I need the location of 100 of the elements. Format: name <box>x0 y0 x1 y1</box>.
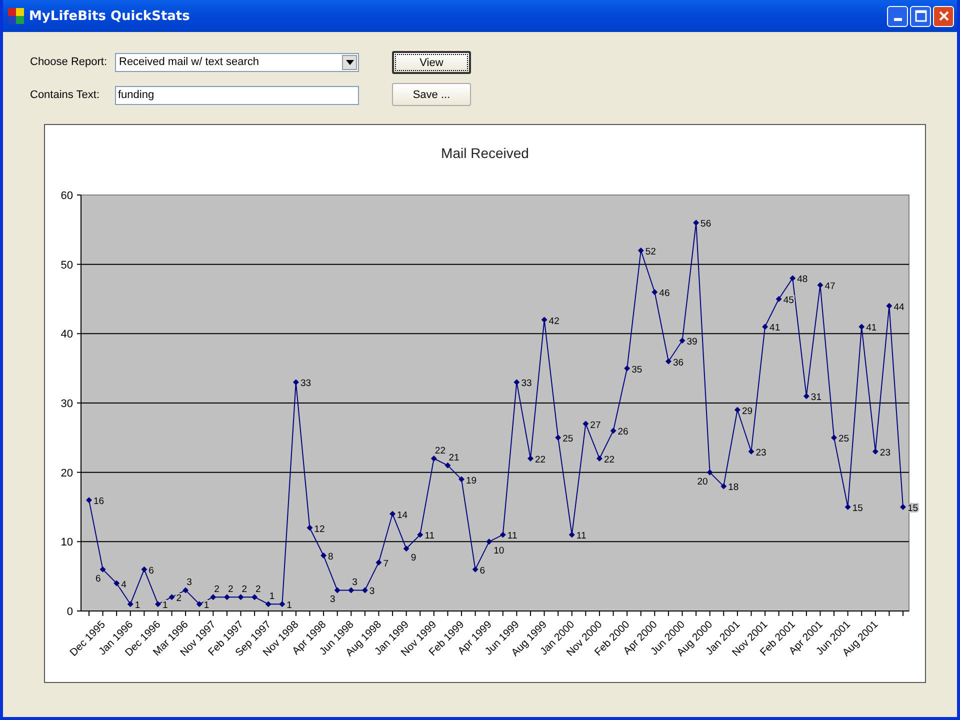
data-point <box>886 302 892 309</box>
data-label: 2 <box>214 584 220 596</box>
data-point <box>858 324 865 330</box>
data-point <box>486 538 492 545</box>
data-label: 16 <box>94 496 104 508</box>
data-point <box>334 587 340 594</box>
data-point <box>210 594 216 600</box>
data-point <box>390 510 396 517</box>
data-label: 23 <box>880 448 890 459</box>
data-point <box>706 469 713 476</box>
data-point <box>114 580 120 586</box>
data-label: 47 <box>824 281 836 292</box>
data-label: 22 <box>535 454 546 466</box>
data-label: 14 <box>397 510 408 521</box>
data-point <box>528 455 534 462</box>
data-point <box>776 296 782 302</box>
data-label: 22 <box>434 445 446 456</box>
y-tick-label: 20 <box>60 467 73 480</box>
data-point <box>665 358 672 364</box>
data-label: 11 <box>424 530 434 542</box>
data-label: 27 <box>590 420 601 431</box>
data-point <box>610 428 616 434</box>
data-label: 8 <box>328 552 334 563</box>
grid-icon <box>8 8 24 24</box>
data-label: 10 <box>494 546 504 557</box>
data-label: 36 <box>672 357 684 368</box>
data-point <box>376 559 382 566</box>
close-icon <box>938 10 950 22</box>
data-point <box>86 497 92 504</box>
data-label: 20 <box>697 476 708 488</box>
data-label: 6 <box>480 565 486 576</box>
data-label: 3 <box>352 577 358 588</box>
y-tick-label: 10 <box>60 536 73 549</box>
data-label: 41 <box>770 322 780 334</box>
data-point <box>292 379 299 386</box>
data-label: 35 <box>632 364 642 376</box>
data-label: 1 <box>269 591 275 602</box>
data-point <box>168 594 175 600</box>
data-point <box>872 448 878 455</box>
data-label: 7 <box>383 558 389 570</box>
data-label: 3 <box>186 577 192 588</box>
data-point <box>596 455 602 462</box>
data-point <box>500 532 506 538</box>
y-tick-label: 30 <box>60 398 73 410</box>
window-title: MyLifeBits QuickStats <box>29 8 191 24</box>
data-label: 1 <box>134 600 140 612</box>
data-label: 52 <box>645 246 656 258</box>
data-point <box>514 379 520 386</box>
data-label: 6 <box>96 573 101 584</box>
data-label: 15 <box>852 503 863 514</box>
data-label: 2 <box>228 584 234 596</box>
data-label: 1 <box>204 600 210 612</box>
data-label: 45 <box>783 295 794 306</box>
data-label: 2 <box>256 584 261 596</box>
data-label: 1 <box>286 600 292 612</box>
data-label: 25 <box>838 434 850 445</box>
data-point <box>196 601 202 608</box>
data-point <box>624 365 630 372</box>
data-point <box>127 601 134 608</box>
report-dropdown[interactable]: Received mail w/ text search <box>115 52 359 72</box>
minimize-button[interactable] <box>887 6 908 26</box>
save-button[interactable]: Save ... <box>392 83 471 106</box>
data-point <box>720 483 727 490</box>
report-label: Choose Report: <box>30 56 108 68</box>
data-label: 39 <box>686 336 698 348</box>
data-point <box>182 587 189 594</box>
data-label: 48 <box>797 274 808 286</box>
view-button[interactable]: View <box>392 51 471 74</box>
data-label: 1 <box>162 600 168 612</box>
text-field[interactable]: funding <box>115 86 359 104</box>
data-label: 33 <box>521 378 532 390</box>
data-label: 18 <box>728 482 739 494</box>
data-point <box>348 587 354 594</box>
data-label: 22 <box>604 454 615 466</box>
data-label: 11 <box>507 530 518 542</box>
data-point <box>238 594 244 600</box>
data-point <box>844 504 851 510</box>
data-point <box>362 587 368 594</box>
data-point <box>748 448 754 455</box>
data-label: 33 <box>300 378 312 390</box>
data-point <box>252 594 258 600</box>
maximize-button[interactable] <box>910 6 931 26</box>
close-button[interactable] <box>933 6 954 26</box>
data-label: 25 <box>562 434 574 445</box>
data-label: 12 <box>314 524 325 535</box>
data-point <box>265 601 272 608</box>
data-label: 41 <box>866 322 877 334</box>
data-point <box>679 338 686 344</box>
data-point <box>444 462 451 468</box>
data-point <box>100 566 106 572</box>
data-label: 3 <box>330 594 336 606</box>
data-label: 42 <box>548 316 560 327</box>
data-label: 29 <box>742 406 753 417</box>
data-label: 31 <box>810 392 822 404</box>
data-point <box>652 289 658 296</box>
data-label: 9 <box>410 552 416 564</box>
text-label: Contains Text: <box>30 89 101 101</box>
maximize-icon <box>914 10 926 22</box>
data-point <box>320 552 327 559</box>
y-tick-label: 50 <box>60 259 73 272</box>
